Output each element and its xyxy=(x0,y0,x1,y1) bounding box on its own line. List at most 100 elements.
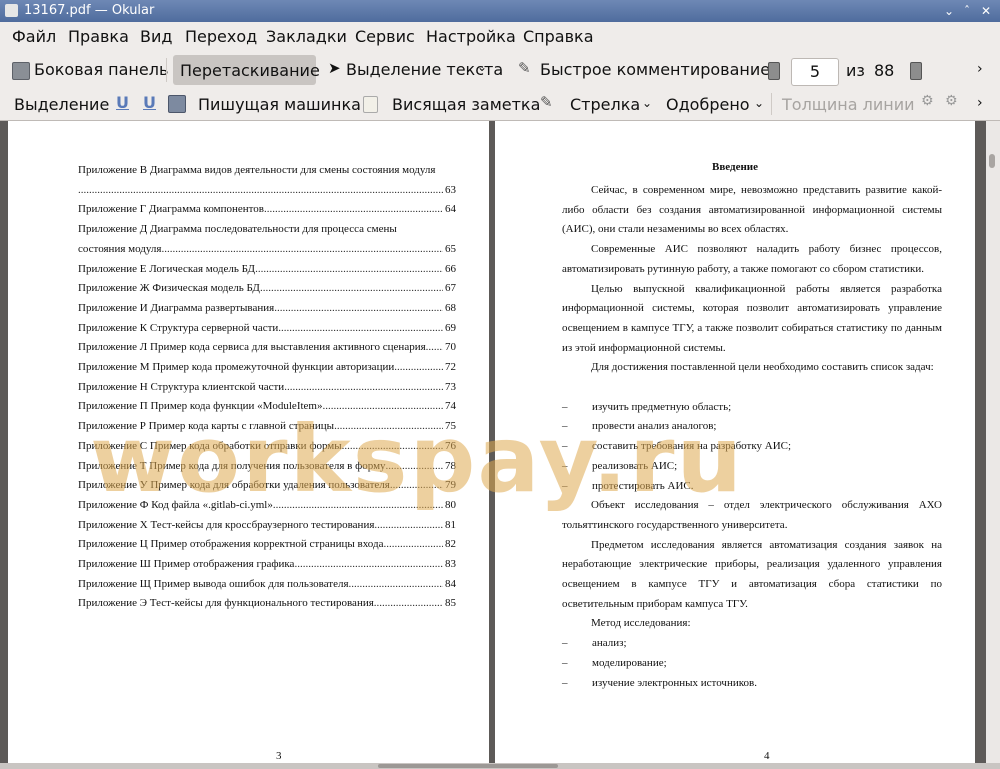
toc-entry[interactable]: Приложение И Диаграмма развертывания 68 xyxy=(78,299,456,319)
note-icon[interactable] xyxy=(363,96,378,113)
toc-leader-dots xyxy=(342,437,443,457)
next-page-icon[interactable] xyxy=(910,62,922,80)
window-title: 13167.pdf — Okular xyxy=(24,3,155,18)
toc-entry-page: 85 xyxy=(445,597,456,610)
toc-entry-title: Приложение Л Пример кода сервиса для выс… xyxy=(78,341,426,354)
toc-entry[interactable]: Приложение Р Пример кода карты с главной… xyxy=(78,417,456,437)
toc-leader-dots xyxy=(349,575,443,595)
vertical-scrollbar-thumb[interactable] xyxy=(989,154,995,168)
opacity-icon: ⚙ xyxy=(945,93,958,109)
toc-entry[interactable]: Приложение Г Диаграмма компонентов 64 xyxy=(78,200,456,220)
toc-entry-page: 70 xyxy=(445,341,456,354)
strikeout-icon[interactable] xyxy=(168,95,186,113)
drag-mode-label: Перетаскивание xyxy=(180,61,320,80)
toc-entry[interactable]: Приложение Т Пример кода для получения п… xyxy=(78,457,456,477)
page-3: Приложение В Диаграмма видов деятельност… xyxy=(8,121,489,763)
arrow-tool[interactable]: Стрелка xyxy=(570,95,640,114)
toc-entry[interactable]: Приложение Ж Физическая модель БД 67 xyxy=(78,279,456,299)
horizontal-scrollbar[interactable] xyxy=(0,763,1000,769)
cursor-icon: ➤ xyxy=(328,59,341,77)
underline-icon[interactable]: U xyxy=(116,93,129,112)
page-of-label: из xyxy=(846,61,865,80)
toc-leader-dots xyxy=(426,338,443,358)
close-icon[interactable]: ✕ xyxy=(979,4,993,18)
arrow-chevron-down-icon[interactable]: ⌄ xyxy=(642,96,652,110)
toc-entry[interactable]: Приложение С Пример кода обработки отпра… xyxy=(78,437,456,457)
toc-entry-title: Приложение Е Логическая модель БД xyxy=(78,262,256,275)
previous-page-icon[interactable] xyxy=(768,62,780,80)
menu-settings[interactable]: Настройка xyxy=(426,27,516,46)
paragraph: Современные АИС позволяют наладить работ… xyxy=(562,243,942,275)
toc-entry-page: 83 xyxy=(445,558,456,570)
toc-entry-title: Приложение Э Тест-кейсы для функциональн… xyxy=(78,597,374,610)
annot-toolbar-overflow-icon[interactable]: › xyxy=(977,95,983,111)
toc-entry[interactable]: Приложение Х Тест-кейсы для кроссбраузер… xyxy=(78,516,456,536)
toc-entry-page: 82 xyxy=(445,538,456,551)
toolbar-separator xyxy=(166,58,167,82)
typewriter-tool[interactable]: Пишущая машинка xyxy=(198,95,361,114)
page-number-input[interactable]: 5 xyxy=(791,58,839,86)
sticky-note-tool[interactable]: Висящая заметка xyxy=(392,95,540,114)
toc-entry[interactable]: Приложение М Пример кода промежуточной ф… xyxy=(78,358,456,378)
chevron-down-icon[interactable]: ⌄ xyxy=(477,60,487,74)
vertical-scrollbar[interactable] xyxy=(986,121,1000,763)
toolbar-overflow-icon[interactable]: › xyxy=(977,61,983,77)
toc-entry-title: Приложение Н Структура клиентской части xyxy=(78,380,285,393)
stamp-tool[interactable]: Одобрено xyxy=(666,95,750,114)
toc-entry[interactable]: Приложение Е Логическая модель БД 66 xyxy=(78,260,456,280)
page-number: 3 xyxy=(276,750,282,762)
toc-entry[interactable]: Приложение Ц Пример отображения корректн… xyxy=(78,535,456,555)
maximize-icon[interactable]: ˆ xyxy=(960,4,974,18)
toc-entry[interactable]: Приложение К Структура серверной части 69 xyxy=(78,319,456,339)
toc-entry-title: Приложение С Пример кода обработки отпра… xyxy=(78,439,342,452)
task-list-item: – реализовать АИС; xyxy=(562,457,972,477)
toc-leader-dots xyxy=(374,594,443,614)
toc-entry[interactable]: Приложение Ш Пример отображения графика 8… xyxy=(78,555,456,575)
list-item-text: протестировать АИС. xyxy=(592,479,694,492)
main-toolbar: Боковая панель Перетаскивание ➤ Выделени… xyxy=(0,52,1000,88)
page-4: Введение Сейчас, в современном мире, нев… xyxy=(495,121,975,763)
menu-view[interactable]: Вид xyxy=(140,27,172,46)
method-list-item: – анализ; xyxy=(562,634,972,654)
minimize-icon[interactable]: ⌄ xyxy=(942,4,956,18)
toc-leader-dots xyxy=(260,279,443,299)
toc-entry[interactable]: Приложение Ф Код файла «.gitlab-ci.yml» 8… xyxy=(78,496,456,516)
toc-entry[interactable]: Приложение Н Структура клиентской части 7… xyxy=(78,378,456,398)
horizontal-scrollbar-thumb[interactable] xyxy=(378,764,558,768)
highlight-tool[interactable]: Выделение xyxy=(14,95,109,114)
toc-entry[interactable]: Приложение П Пример кода функции «Module… xyxy=(78,397,456,417)
menu-go[interactable]: Переход xyxy=(185,27,257,46)
sidebar-button-label: Боковая панель xyxy=(34,60,169,79)
toc-leader-dots xyxy=(264,200,443,220)
toc-entry-title: Приложение В Диаграмма видов деятельност… xyxy=(78,164,436,176)
list-dash: – xyxy=(562,400,568,413)
menu-bookmarks[interactable]: Закладки xyxy=(266,27,347,46)
toc-entry[interactable]: Приложение У Пример кода для обработки у… xyxy=(78,476,456,496)
squiggle-icon[interactable]: U xyxy=(143,93,156,112)
menu-edit[interactable]: Правка xyxy=(68,27,129,46)
toc-entry-page: 69 xyxy=(445,321,456,334)
list-item-text: моделирование; xyxy=(592,656,667,669)
text-select-button[interactable]: ➤ Выделение текста ⌄ xyxy=(326,59,503,83)
list-dash: – xyxy=(562,479,568,492)
toc-entry[interactable]: Приложение В Диаграмма видов деятельност… xyxy=(78,161,456,200)
menu-bar: Файл Правка Вид Переход Закладки Сервис … xyxy=(0,22,1000,52)
drag-mode-button[interactable]: Перетаскивание xyxy=(173,55,320,85)
toc-entry-page: 78 xyxy=(445,459,456,472)
menu-help[interactable]: Справка xyxy=(523,27,594,46)
toc-entry[interactable]: Приложение Э Тест-кейсы для функциональн… xyxy=(78,594,456,614)
toc-entry-page: 75 xyxy=(445,420,456,433)
toc-entry[interactable]: Приложение Д Диаграмма последовательност… xyxy=(78,220,456,259)
document-view[interactable]: Приложение В Диаграмма видов деятельност… xyxy=(0,121,986,763)
stamp-chevron-down-icon[interactable]: ⌄ xyxy=(754,96,764,110)
toc-leader-dots xyxy=(386,457,443,477)
toc-entry[interactable]: Приложение Л Пример кода сервиса для выс… xyxy=(78,338,456,358)
toc-entry-title: Приложение Х Тест-кейсы для кроссбраузер… xyxy=(78,518,375,531)
toc-entry[interactable]: Приложение Щ Пример вывода ошибок для по… xyxy=(78,575,456,595)
list-item-text: изучить предметную область; xyxy=(592,400,732,413)
toc-leader-dots xyxy=(278,319,443,339)
toc-entry-page: 72 xyxy=(445,361,456,373)
menu-tools[interactable]: Сервис xyxy=(355,27,415,46)
menu-file[interactable]: Файл xyxy=(12,27,56,46)
pen-icon: ✎ xyxy=(518,59,531,77)
